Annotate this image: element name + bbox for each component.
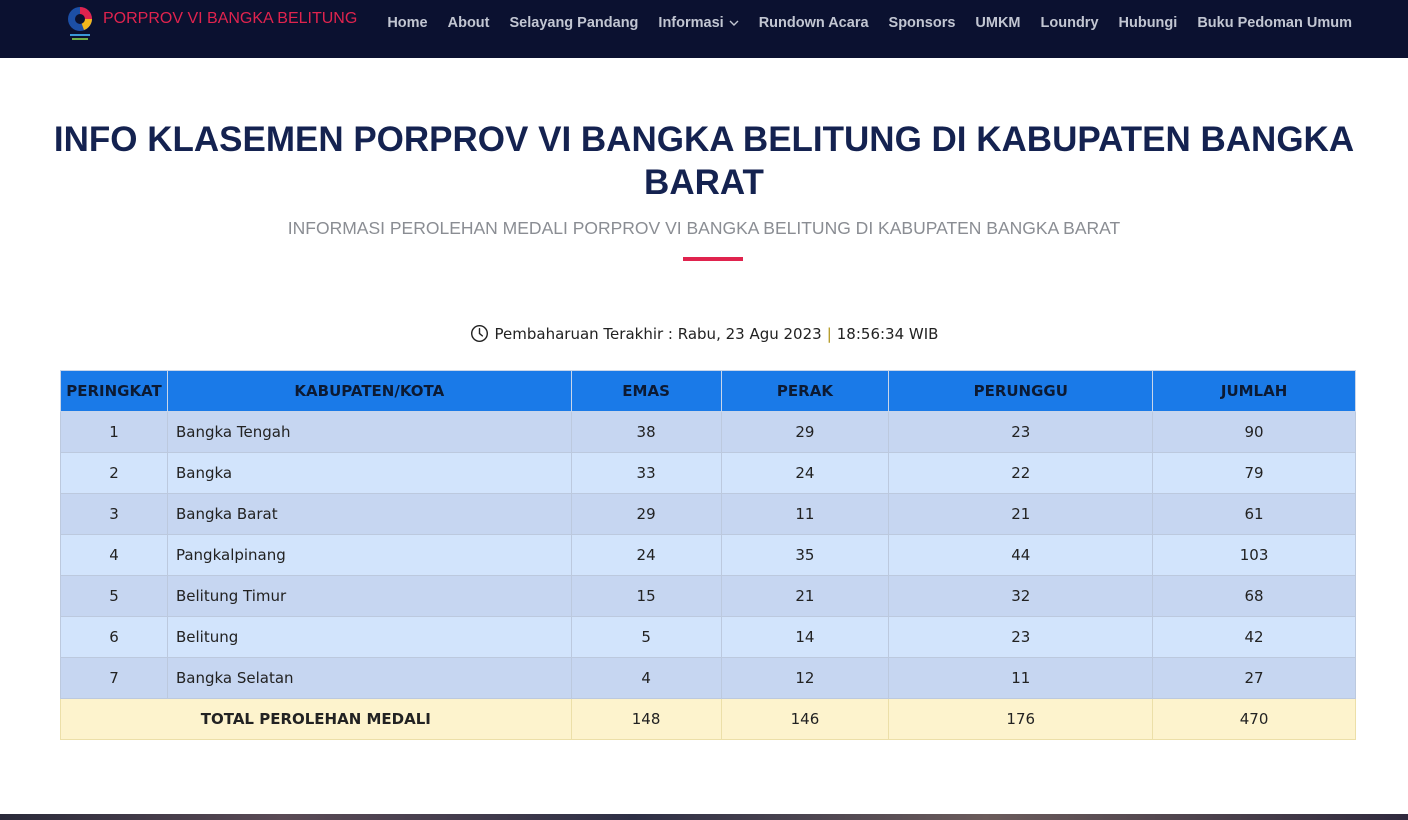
cell-jumlah: 79 <box>1152 452 1356 494</box>
medal-standings-table: PERINGKAT KABUPATEN/KOTA EMAS PERAK PERU… <box>60 370 1356 740</box>
nav-informasi-label: Informasi <box>658 15 724 31</box>
clock-icon <box>470 324 488 343</box>
cell-name: Bangka Barat <box>166 493 572 535</box>
table-row: 7 Bangka Selatan 4 12 11 27 <box>60 657 1356 699</box>
cell-name: Bangka <box>166 452 572 494</box>
last-updated-separator: | <box>826 324 832 343</box>
cell-jumlah: 42 <box>1152 616 1356 658</box>
cell-perak: 14 <box>720 616 890 658</box>
header-jumlah: JUMLAH <box>1152 370 1356 412</box>
footer-background-strip <box>0 814 1408 820</box>
cell-emas: 38 <box>570 411 722 453</box>
header-emas: EMAS <box>570 370 722 412</box>
table-header-row: PERINGKAT KABUPATEN/KOTA EMAS PERAK PERU… <box>60 370 1356 412</box>
cell-perunggu: 22 <box>888 452 1154 494</box>
cell-name: Bangka Selatan <box>166 657 572 699</box>
cell-jumlah: 27 <box>1152 657 1356 699</box>
cell-jumlah: 90 <box>1152 411 1356 453</box>
cell-perak: 21 <box>720 575 890 617</box>
cell-rank: 3 <box>60 493 168 535</box>
nav-umkm[interactable]: UMKM <box>975 15 1020 31</box>
cell-rank: 1 <box>60 411 168 453</box>
total-label: TOTAL PEROLEHAN MEDALI <box>60 698 572 740</box>
nav-buku-pedoman-umum[interactable]: Buku Pedoman Umum <box>1197 15 1352 31</box>
cell-emas: 24 <box>570 534 722 576</box>
cell-perak: 29 <box>720 411 890 453</box>
page-title: INFO KLASEMEN PORPROV VI BANGKA BELITUNG… <box>53 120 1355 202</box>
cell-perunggu: 23 <box>888 616 1154 658</box>
header-perunggu: PERUNGGU <box>888 370 1154 412</box>
total-perak: 146 <box>720 698 890 740</box>
nav-loundry[interactable]: Loundry <box>1041 15 1099 31</box>
page-subtitle: INFORMASI PEROLEHAN MEDALI PORPROV VI BA… <box>287 218 1121 238</box>
nav-home[interactable]: Home <box>387 15 427 31</box>
nav-hubungi[interactable]: Hubungi <box>1119 15 1178 31</box>
table-row: 4 Pangkalpinang 24 35 44 103 <box>60 534 1356 576</box>
cell-name: Belitung Timur <box>166 575 572 617</box>
last-updated: Pembaharuan Terakhir : Rabu, 23 Agu 2023… <box>0 324 1408 343</box>
nav-sponsors[interactable]: Sponsors <box>889 15 956 31</box>
brand[interactable]: PORPROV VI BANGKA BELITUNG <box>64 2 357 46</box>
cell-perak: 24 <box>720 452 890 494</box>
cell-emas: 33 <box>570 452 722 494</box>
cell-name: Bangka Tengah <box>166 411 572 453</box>
total-perunggu: 176 <box>888 698 1154 740</box>
porprov-logo-icon <box>68 7 92 40</box>
last-updated-time: 18:56:34 WIB <box>836 324 939 343</box>
table-row: 5 Belitung Timur 15 21 32 68 <box>60 575 1356 617</box>
cell-perak: 11 <box>720 493 890 535</box>
cell-rank: 5 <box>60 575 168 617</box>
cell-perunggu: 23 <box>888 411 1154 453</box>
title-divider <box>683 257 743 261</box>
nav-about[interactable]: About <box>448 15 490 31</box>
cell-emas: 5 <box>570 616 722 658</box>
header-kabupaten-kota: KABUPATEN/KOTA <box>166 370 572 412</box>
cell-rank: 2 <box>60 452 168 494</box>
cell-jumlah: 61 <box>1152 493 1356 535</box>
table-row: 1 Bangka Tengah 38 29 23 90 <box>60 411 1356 453</box>
table-row: 2 Bangka 33 24 22 79 <box>60 452 1356 494</box>
cell-emas: 4 <box>570 657 722 699</box>
cell-rank: 4 <box>60 534 168 576</box>
table-row: 3 Bangka Barat 29 11 21 61 <box>60 493 1356 535</box>
brand-title: PORPROV VI BANGKA BELITUNG <box>103 10 358 27</box>
header-perak: PERAK <box>720 370 890 412</box>
cell-rank: 6 <box>60 616 168 658</box>
total-jumlah: 470 <box>1152 698 1356 740</box>
header-peringkat: PERINGKAT <box>60 370 168 412</box>
cell-name: Pangkalpinang <box>166 534 572 576</box>
cell-perunggu: 11 <box>888 657 1154 699</box>
cell-name: Belitung <box>166 616 572 658</box>
cell-perunggu: 21 <box>888 493 1154 535</box>
chevron-down-icon <box>729 20 739 26</box>
nav-informasi[interactable]: Informasi <box>658 15 739 31</box>
cell-emas: 29 <box>570 493 722 535</box>
cell-emas: 15 <box>570 575 722 617</box>
last-updated-label: Pembaharuan Terakhir : Rabu, 23 Agu 2023 <box>494 324 822 343</box>
top-navbar: PORPROV VI BANGKA BELITUNG Home About Se… <box>0 0 1408 58</box>
nav-selayang-pandang[interactable]: Selayang Pandang <box>509 15 638 31</box>
cell-rank: 7 <box>60 657 168 699</box>
cell-perak: 12 <box>720 657 890 699</box>
cell-perak: 35 <box>720 534 890 576</box>
table-row: 6 Belitung 5 14 23 42 <box>60 616 1356 658</box>
cell-perunggu: 44 <box>888 534 1154 576</box>
total-emas: 148 <box>570 698 722 740</box>
nav-rundown-acara[interactable]: Rundown Acara <box>759 15 869 31</box>
cell-jumlah: 103 <box>1152 534 1356 576</box>
cell-perunggu: 32 <box>888 575 1154 617</box>
main-nav: Home About Selayang Pandang Informasi Ru… <box>367 0 1352 46</box>
cell-jumlah: 68 <box>1152 575 1356 617</box>
total-row: TOTAL PEROLEHAN MEDALI 148 146 176 470 <box>60 698 1356 740</box>
